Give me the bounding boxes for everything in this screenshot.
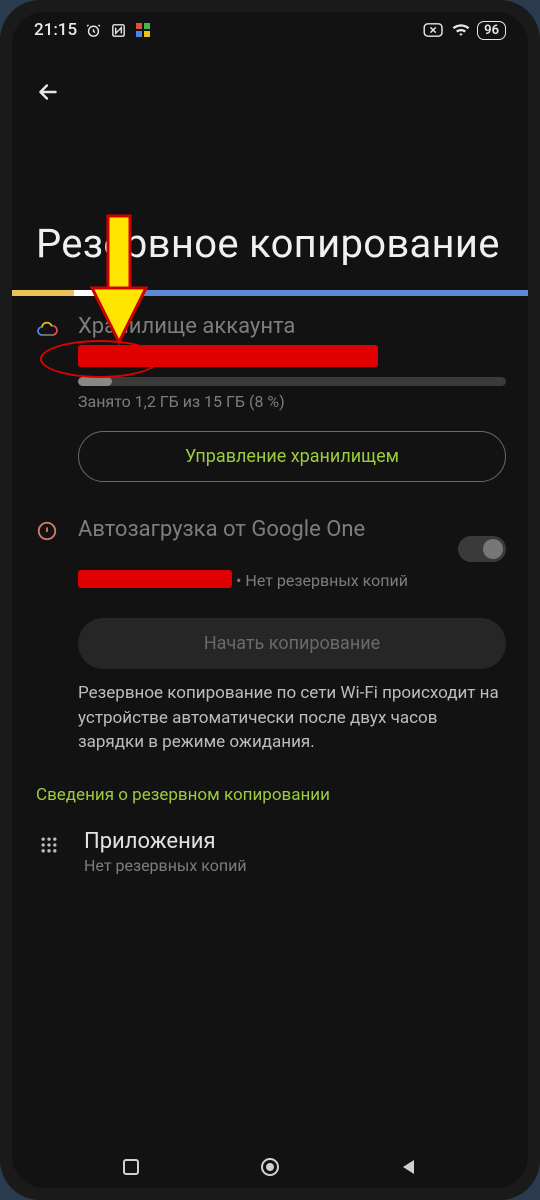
storage-segment-2 bbox=[74, 290, 115, 296]
dnd-icon bbox=[423, 22, 445, 38]
redacted-device-name bbox=[78, 570, 232, 588]
navigation-bar bbox=[12, 1146, 528, 1188]
storage-segment-1 bbox=[12, 290, 74, 296]
start-backup-button[interactable]: Начать копирование bbox=[78, 618, 506, 669]
puzzle-icon bbox=[135, 22, 151, 38]
storage-progress bbox=[78, 377, 506, 386]
back-button[interactable] bbox=[30, 74, 66, 110]
battery-indicator: 96 bbox=[477, 21, 506, 40]
status-bar: 21:15 96 bbox=[12, 12, 528, 48]
page-title: Резервное копирование bbox=[12, 110, 528, 290]
storage-section-title: Хранилище аккаунта bbox=[78, 314, 506, 339]
backup-toggle[interactable] bbox=[458, 536, 506, 562]
apps-icon bbox=[36, 829, 62, 855]
apps-backup-item[interactable]: Приложения Нет резервных копий bbox=[12, 811, 528, 875]
manage-storage-button[interactable]: Управление хранилищем bbox=[78, 431, 506, 482]
wifi-icon bbox=[451, 22, 471, 38]
nav-back-button[interactable] bbox=[391, 1149, 427, 1185]
alarm-icon bbox=[85, 22, 102, 39]
apps-subtitle: Нет резервных копий bbox=[84, 856, 247, 875]
backup-details-link[interactable]: Сведения о резервном копировании bbox=[12, 761, 528, 811]
backup-status-line: • Нет резервных копий bbox=[78, 566, 506, 598]
storage-usage-text: Занято 1,2 ГБ из 15 ГБ (8 %) bbox=[78, 392, 506, 411]
apps-title: Приложения bbox=[84, 829, 247, 854]
toggle-knob bbox=[483, 539, 503, 559]
nfc-icon bbox=[110, 22, 127, 39]
info-alert-icon bbox=[34, 516, 60, 755]
backup-info-text: Резервное копирование по сети Wi-Fi прои… bbox=[78, 681, 506, 755]
storage-progress-fill bbox=[78, 377, 112, 386]
nav-home-button[interactable] bbox=[252, 1149, 288, 1185]
backup-no-backups-text: • Нет резервных копий bbox=[232, 571, 408, 590]
redacted-account-email bbox=[78, 345, 378, 367]
cloud-icon bbox=[34, 314, 60, 492]
backup-section-title: Автозагрузка от Google One bbox=[78, 516, 444, 544]
nav-recent-button[interactable] bbox=[113, 1149, 149, 1185]
status-time: 21:15 bbox=[34, 20, 77, 40]
